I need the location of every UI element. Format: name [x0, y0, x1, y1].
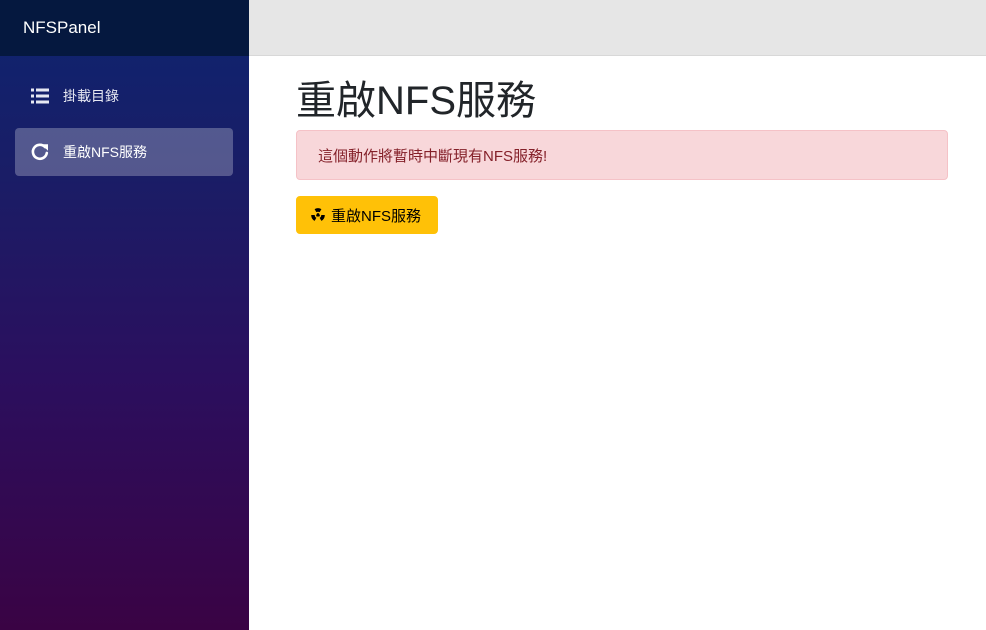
sidebar-item-label: 掛載目錄	[63, 88, 119, 104]
warning-alert: 這個動作將暫時中斷現有NFS服務!	[296, 130, 948, 180]
radiation-icon	[309, 206, 327, 224]
restart-nfs-button-label: 重啟NFS服務	[331, 207, 422, 225]
sidebar-item-mount-directories[interactable]: 掛載目錄	[15, 72, 233, 120]
alert-message: 這個動作將暫時中斷現有NFS服務!	[318, 147, 548, 165]
sidebar-item-label: 重啟NFS服務	[63, 144, 147, 160]
sidebar: NFSPanel 掛載目錄 重啟NFS服務	[0, 0, 249, 630]
sidebar-item-restart-nfs[interactable]: 重啟NFS服務	[15, 128, 233, 176]
app-window: NFSPanel 掛載目錄 重啟NFS服務 重啟NFS服務 這個動作將暫時中斷現…	[0, 0, 986, 630]
main-content: 重啟NFS服務 這個動作將暫時中斷現有NFS服務! 重啟NFS服務	[296, 56, 948, 234]
refresh-icon	[29, 141, 51, 163]
restart-nfs-button[interactable]: 重啟NFS服務	[296, 196, 438, 234]
page-title: 重啟NFS服務	[296, 79, 536, 123]
list-icon	[29, 85, 51, 107]
top-bar	[249, 0, 986, 56]
brand-logo[interactable]: NFSPanel	[0, 0, 249, 56]
sidebar-nav: 掛載目錄 重啟NFS服務	[0, 56, 249, 176]
